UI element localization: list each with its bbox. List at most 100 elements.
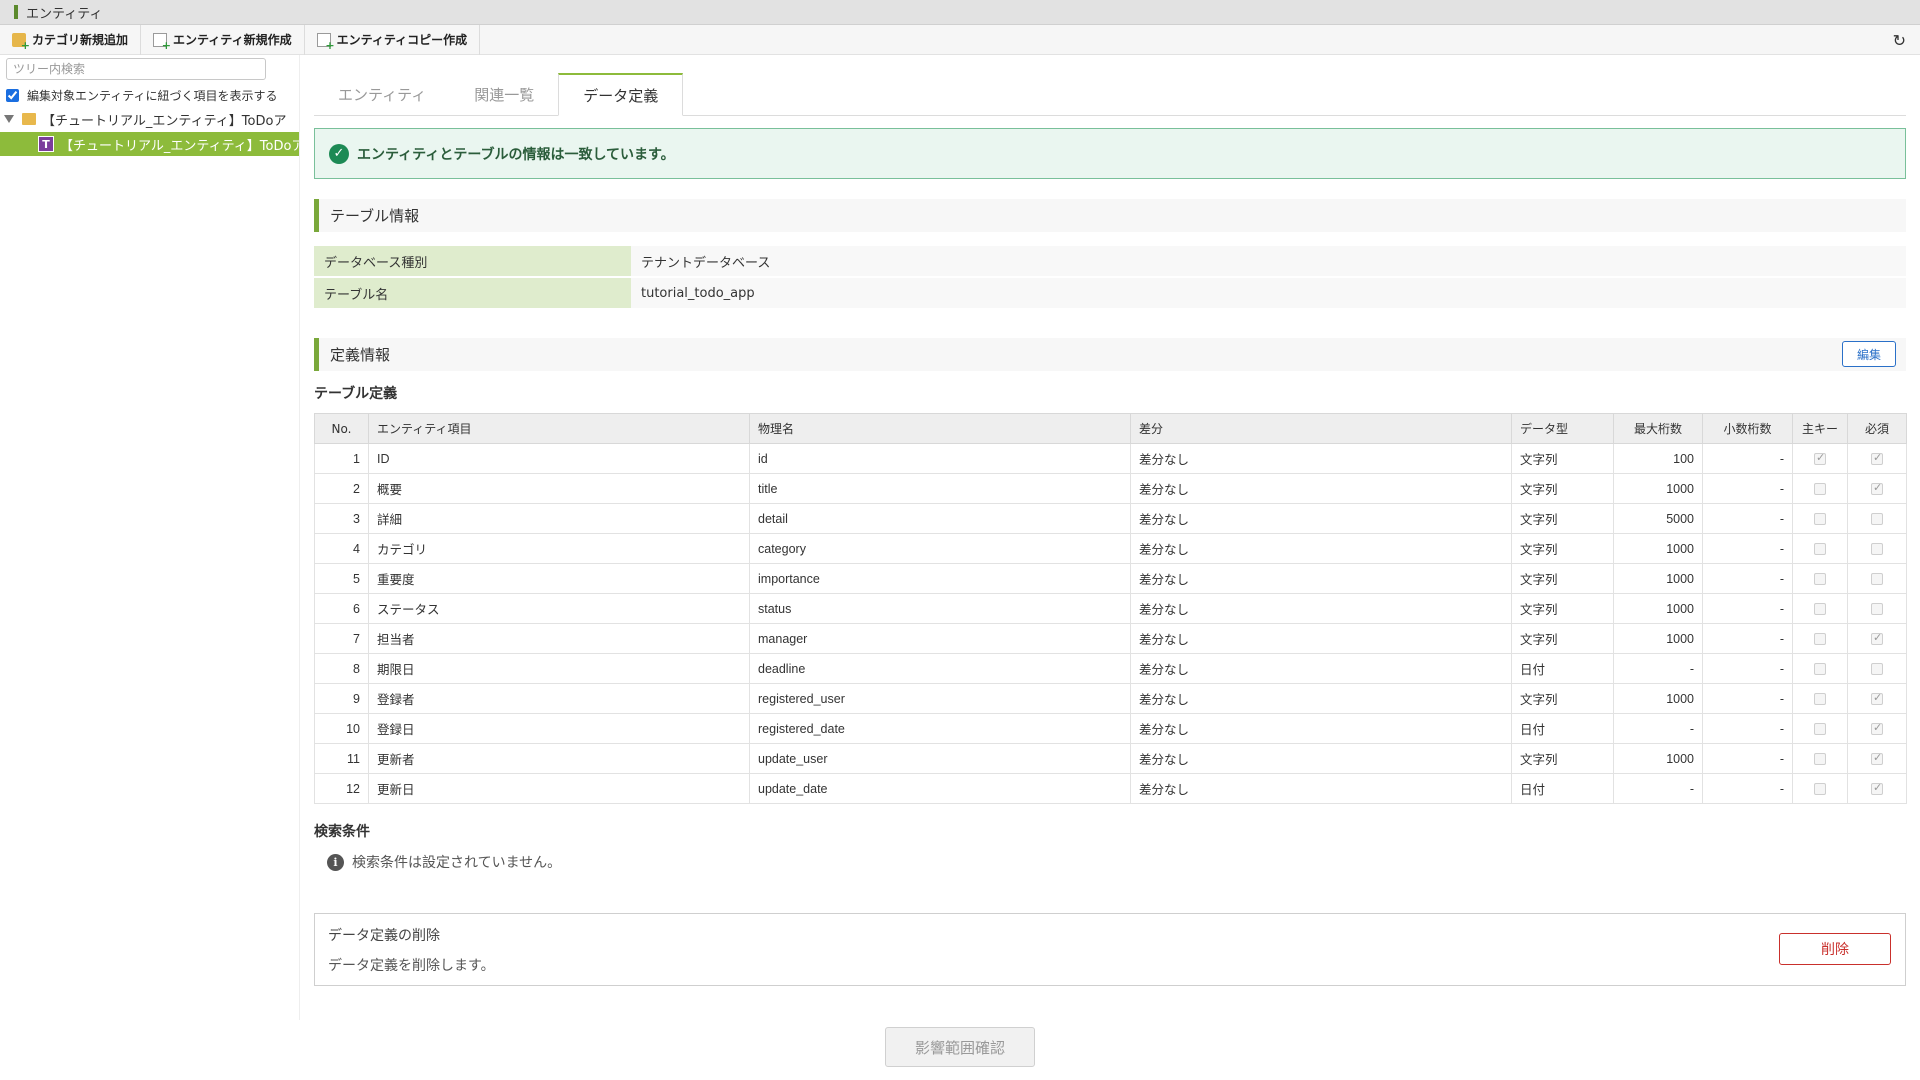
row-no: 3 [314, 503, 369, 534]
row-diff: 差分なし [1130, 683, 1512, 714]
row-physical-name: id [749, 443, 1131, 474]
row-primary-key-checkbox [1814, 573, 1826, 586]
entity-bar-icon [14, 5, 18, 19]
col-header-entity-item: エンティティ項目 [368, 413, 750, 444]
impact-check-button[interactable]: 影響範囲確認 [885, 1027, 1035, 1067]
row-primary-key-cell [1792, 533, 1848, 564]
row-required-checkbox [1871, 603, 1883, 616]
row-entity-item: 更新者 [368, 743, 750, 774]
row-required-checkbox [1871, 573, 1883, 586]
row-physical-name: category [749, 533, 1131, 564]
row-max-digits: 1000 [1613, 743, 1703, 774]
row-diff: 差分なし [1130, 443, 1512, 474]
row-decimal-digits: - [1702, 503, 1793, 534]
row-primary-key-cell [1792, 653, 1848, 684]
row-decimal-digits: - [1702, 533, 1793, 564]
row-primary-key-checkbox [1814, 783, 1826, 796]
info-icon: i [327, 853, 344, 871]
search-conditions-message: 検索条件は設定されていません。 [352, 855, 562, 871]
row-physical-name: status [749, 593, 1131, 624]
row-diff: 差分なし [1130, 653, 1512, 684]
folder-icon [22, 113, 36, 125]
main-content: エンティティ 関連一覧 データ定義 ✓ エンティティとテーブルの情報は一致してい… [314, 55, 1907, 1080]
row-physical-name: registered_date [749, 713, 1131, 744]
row-decimal-digits: - [1702, 623, 1793, 654]
table-row: 12 更新日 update_date 差分なし 日付 - - [314, 773, 1907, 804]
row-max-digits: 1000 [1613, 533, 1703, 564]
row-diff: 差分なし [1130, 563, 1512, 594]
row-primary-key-cell [1792, 683, 1848, 714]
show-related-items-checkbox[interactable] [6, 89, 19, 102]
document-add-icon [153, 32, 171, 52]
copy-entity-button[interactable]: エンティティコピー作成 [305, 24, 481, 55]
row-required-cell [1847, 443, 1907, 474]
row-physical-name: detail [749, 503, 1131, 534]
col-header-no: No. [314, 413, 369, 444]
row-decimal-digits: - [1702, 683, 1793, 714]
row-decimal-digits: - [1702, 473, 1793, 504]
row-required-cell [1847, 593, 1907, 624]
row-data-type: 文字列 [1511, 743, 1614, 774]
tab-data-definition[interactable]: データ定義 [558, 73, 684, 116]
tab-relations[interactable]: 関連一覧 [450, 73, 558, 116]
row-diff: 差分なし [1130, 503, 1512, 534]
tree-node-category[interactable]: 【チュートリアル_エンティティ】ToDoア [4, 109, 299, 129]
row-entity-item: 登録者 [368, 683, 750, 714]
delete-definition-description: データ定義を削除します。 [328, 958, 495, 974]
show-related-items-label: 編集対象エンティティに紐づく項目を表示する [27, 89, 278, 103]
table-row: 2 概要 title 差分なし 文字列 1000- [314, 473, 1907, 504]
table-row: 10 登録日 registered_date 差分なし 日付 - - [314, 713, 1907, 744]
delete-button[interactable]: 削除 [1779, 933, 1891, 965]
row-no: 10 [314, 713, 369, 744]
row-data-type: 文字列 [1511, 683, 1614, 714]
row-required-checkbox [1871, 781, 1883, 796]
col-header-diff: 差分 [1130, 413, 1512, 444]
row-primary-key-cell [1792, 623, 1848, 654]
col-header-decimal-digits: 小数桁数 [1702, 413, 1793, 444]
row-no: 2 [314, 473, 369, 504]
row-required-cell [1847, 503, 1907, 534]
edit-button[interactable]: 編集 [1842, 341, 1896, 367]
col-header-max-digits: 最大桁数 [1613, 413, 1703, 444]
add-category-button[interactable]: カテゴリ新規追加 [0, 24, 142, 55]
table-row: 6 ステータス status 差分なし 文字列 1000- [314, 593, 1907, 624]
sync-success-alert: ✓ エンティティとテーブルの情報は一致しています。 [314, 128, 1906, 179]
col-header-data-type: データ型 [1511, 413, 1614, 444]
tab-bar: エンティティ 関連一覧 データ定義 [314, 73, 1906, 116]
tree-node-entity-selected[interactable]: T 【チュートリアル_エンティティ】ToDoア [0, 132, 299, 156]
expand-triangle-icon[interactable] [4, 115, 14, 123]
table-definition-title: テーブル定義 [314, 386, 398, 402]
refresh-icon[interactable]: ↻ [1893, 31, 1906, 50]
row-primary-key-checkbox [1814, 483, 1826, 496]
row-data-type: 文字列 [1511, 563, 1614, 594]
check-circle-icon: ✓ [329, 143, 349, 164]
window-title: エンティティ [26, 6, 103, 22]
row-physical-name: manager [749, 623, 1131, 654]
row-data-type: 日付 [1511, 653, 1614, 684]
row-required-checkbox [1871, 721, 1883, 736]
row-entity-item: ID [368, 443, 750, 474]
kv-row-table-name: テーブル名 tutorial_todo_app [314, 278, 1906, 308]
show-related-items-toggle[interactable]: 編集対象エンティティに紐づく項目を表示する [6, 87, 278, 104]
tab-entity[interactable]: エンティティ [314, 73, 450, 116]
col-header-required: 必須 [1847, 413, 1907, 444]
row-no: 5 [314, 563, 369, 594]
row-no: 8 [314, 653, 369, 684]
database-type-key: データベース種別 [314, 246, 631, 276]
row-physical-name: title [749, 473, 1131, 504]
row-no: 6 [314, 593, 369, 624]
table-header-row: No. エンティティ項目 物理名 差分 データ型 最大桁数 小数桁数 主キー 必… [314, 413, 1907, 444]
row-entity-item: 登録日 [368, 713, 750, 744]
row-primary-key-cell [1792, 743, 1848, 774]
new-entity-button[interactable]: エンティティ新規作成 [141, 24, 305, 55]
table-info-title: テーブル情報 [330, 207, 420, 225]
row-entity-item: 概要 [368, 473, 750, 504]
row-required-checkbox [1871, 663, 1883, 676]
row-required-cell [1847, 623, 1907, 654]
tree-search-input[interactable] [6, 58, 266, 80]
definition-info-title: 定義情報 [330, 346, 391, 364]
delete-definition-title: データ定義の削除 [328, 928, 440, 944]
row-data-type: 日付 [1511, 773, 1614, 804]
document-copy-icon [316, 32, 335, 52]
row-required-checkbox [1871, 631, 1883, 646]
